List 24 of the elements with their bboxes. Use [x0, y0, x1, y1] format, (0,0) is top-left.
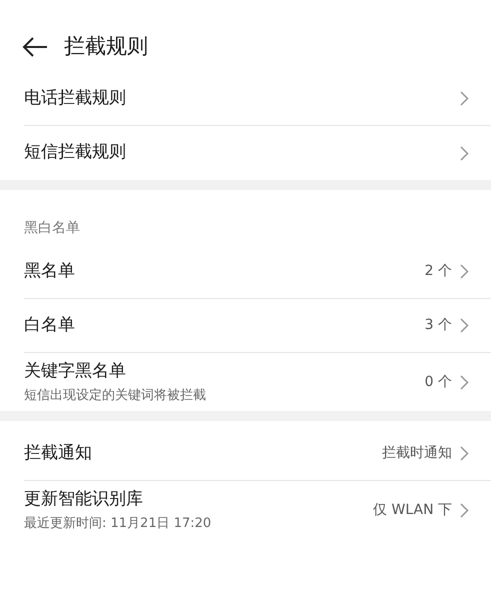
chevron-icon[interactable]: [460, 446, 469, 461]
setting-title[interactable]: 短信拦截规则: [24, 140, 126, 166]
chevron-icon[interactable]: [460, 318, 469, 333]
setting-value: 3 个: [424, 316, 452, 335]
setting-title[interactable]: 关键字黑名单: [24, 358, 126, 384]
section-heading: 黑白名单: [23, 219, 81, 238]
setting-value: 仅 WLAN 下: [373, 500, 452, 520]
back-icon[interactable]: [22, 37, 48, 57]
setting-description: 最近更新时间: 11月21日 17:20: [24, 515, 212, 533]
setting-value: 0 个: [424, 372, 452, 392]
setting-value: 2 个: [424, 262, 452, 281]
chevron-icon[interactable]: [460, 91, 469, 106]
setting-description: 短信出现设定的关键词将被拦截: [24, 387, 206, 405]
setting-title[interactable]: 电话拦截规则: [24, 86, 126, 112]
setting-title[interactable]: 拦截通知: [24, 440, 92, 466]
chevron-icon[interactable]: [460, 264, 469, 279]
page-title: 拦截规则: [64, 33, 148, 60]
chevron-icon[interactable]: [460, 374, 469, 390]
setting-title[interactable]: 白名单: [24, 312, 75, 338]
chevron-icon[interactable]: [460, 146, 469, 160]
setting-title[interactable]: 更新智能识别库: [24, 486, 143, 512]
chevron-icon[interactable]: [460, 502, 469, 518]
setting-value: 拦截时通知: [382, 444, 452, 463]
setting-title[interactable]: 黑名单: [24, 258, 75, 284]
